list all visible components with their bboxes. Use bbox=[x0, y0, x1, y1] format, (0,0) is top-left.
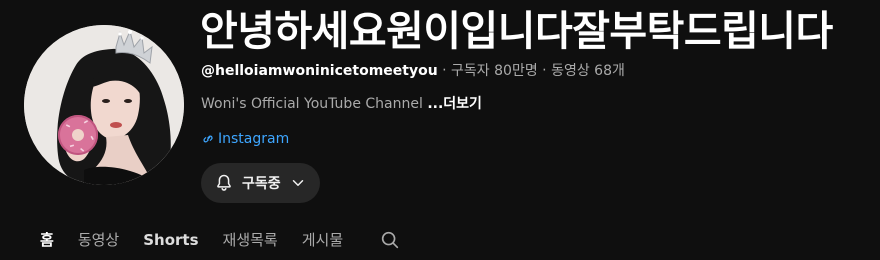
search-icon[interactable] bbox=[379, 229, 401, 251]
channel-avatar[interactable] bbox=[24, 25, 184, 185]
channel-handle[interactable]: @helloiamwoninicetomeetyou bbox=[201, 63, 438, 79]
link-icon bbox=[201, 132, 215, 146]
meta-separator: ‧ bbox=[442, 63, 447, 79]
avatar-image bbox=[24, 25, 184, 185]
tab-home[interactable]: 홈 bbox=[40, 226, 54, 254]
channel-title: 안녕하세요원이입니다잘부탁드립니다 bbox=[200, 7, 833, 55]
tab-videos[interactable]: 동영상 bbox=[78, 226, 119, 254]
tab-shorts[interactable]: Shorts bbox=[143, 226, 198, 254]
channel-meta: @helloiamwoninicetomeetyou ‧ 구독자 80만명 ‧ … bbox=[201, 61, 625, 81]
link-label: Instagram bbox=[218, 131, 290, 147]
meta-separator: ‧ bbox=[542, 63, 547, 79]
tab-playlists[interactable]: 재생목록 bbox=[223, 226, 278, 254]
subscriber-count: 구독자 80만명 bbox=[451, 63, 538, 79]
subscribed-button[interactable]: 구독중 bbox=[201, 163, 320, 203]
bell-icon bbox=[214, 173, 234, 193]
more-button[interactable]: ...더보기 bbox=[427, 96, 482, 112]
description-text: Woni's Official YouTube Channel bbox=[201, 96, 423, 112]
instagram-link[interactable]: Instagram bbox=[201, 129, 289, 149]
channel-tabs: 홈 동영상 Shorts 재생목록 게시물 bbox=[40, 226, 401, 254]
channel-description[interactable]: Woni's Official YouTube Channel ...더보기 bbox=[201, 94, 482, 114]
tab-posts[interactable]: 게시물 bbox=[302, 226, 343, 254]
subscribed-label: 구독중 bbox=[242, 176, 281, 192]
video-count: 동영상 68개 bbox=[551, 63, 625, 79]
chevron-down-icon bbox=[289, 174, 307, 192]
